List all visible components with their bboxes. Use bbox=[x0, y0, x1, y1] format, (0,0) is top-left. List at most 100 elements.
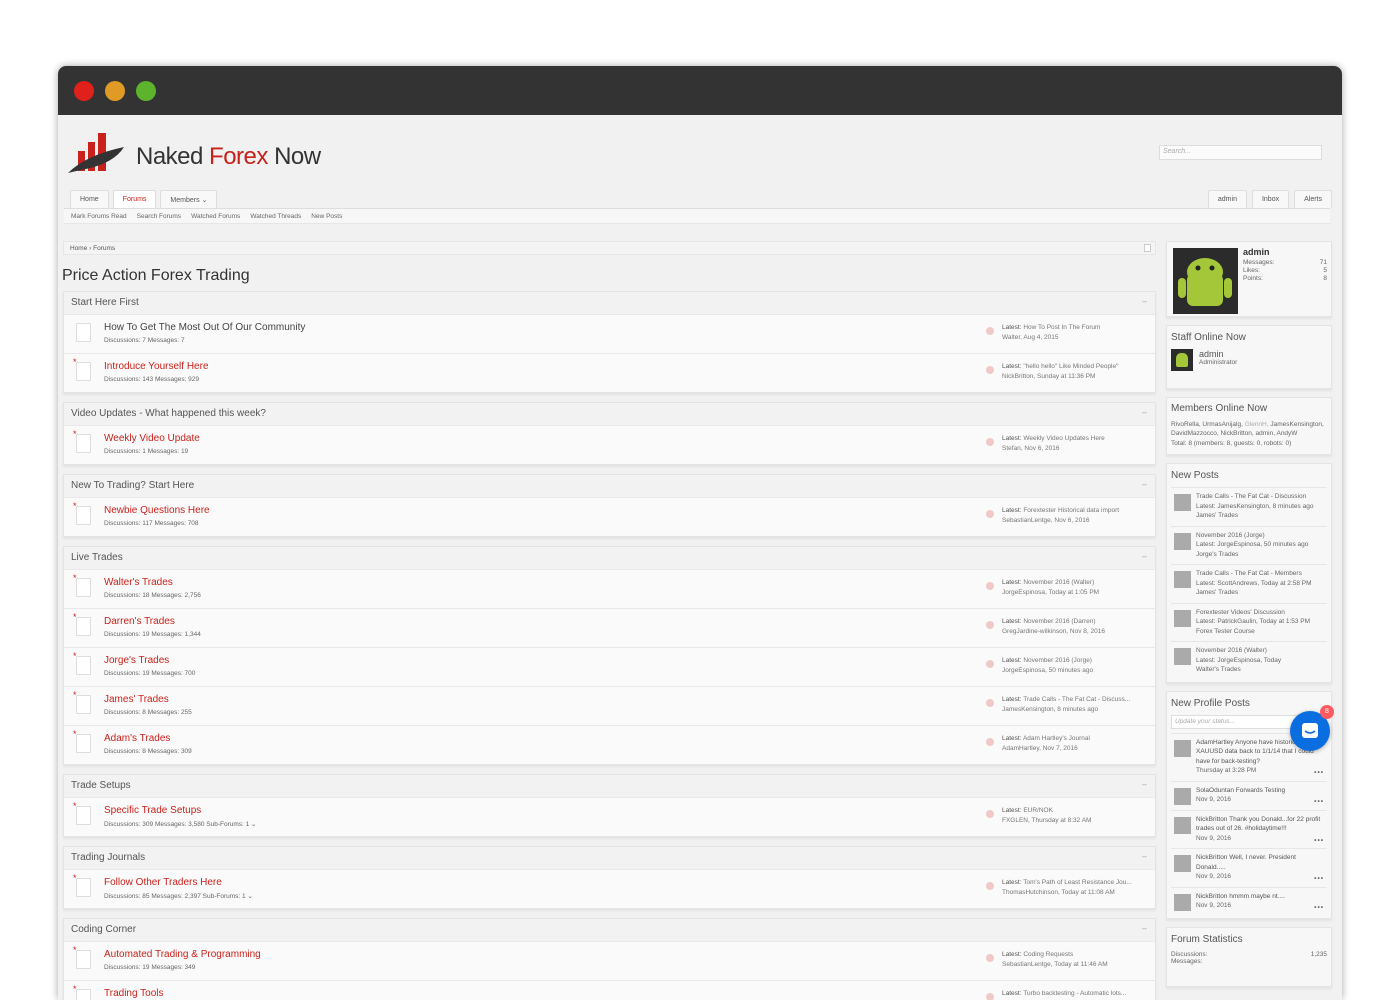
latest-post[interactable]: Latest: Trade Calls - The Fat Cat - Disc… bbox=[1002, 695, 1152, 714]
forum-title-link[interactable]: Weekly Video Update bbox=[104, 433, 200, 444]
new-post-item[interactable]: Forextester Videos' Discussion Latest: Pa… bbox=[1171, 602, 1327, 642]
rss-icon[interactable] bbox=[1144, 244, 1151, 252]
forum-read-status-icon[interactable]: * bbox=[73, 801, 91, 825]
latest-by[interactable]: JorgeEspinosa, Today at 1:05 PM bbox=[1002, 589, 1099, 596]
forum-title-link[interactable]: Jorge's Trades bbox=[104, 655, 169, 666]
forum-node[interactable]: * Jorge's Trades Discussions: 19 Messages:… bbox=[64, 647, 1155, 686]
collapse-icon[interactable]: – bbox=[1142, 779, 1147, 789]
latest-post[interactable]: Latest: Weekly Video Updates Here Stefan,… bbox=[1002, 434, 1152, 453]
new-post-f[interactable]: Walter's Trades bbox=[1196, 665, 1327, 675]
latest-thread-link[interactable]: Trade Calls - The Fat Cat - Discuss... bbox=[1023, 696, 1130, 703]
forum-node[interactable]: * Follow Other Traders Here Discussions: 8… bbox=[64, 869, 1155, 908]
forum-title-link[interactable]: Introduce Yourself Here bbox=[104, 361, 209, 372]
collapse-icon[interactable]: – bbox=[1142, 923, 1147, 933]
collapse-icon[interactable]: – bbox=[1142, 296, 1147, 306]
forum-read-status-icon[interactable]: * bbox=[73, 945, 91, 969]
poster-avatar[interactable] bbox=[1174, 648, 1191, 665]
more-options-icon[interactable]: ••• bbox=[1314, 874, 1324, 884]
forum-node[interactable]: * Automated Trading & Programming Discussi… bbox=[64, 941, 1155, 980]
latest-thread-link[interactable]: How To Post In The Forum bbox=[1023, 324, 1100, 331]
latest-post[interactable]: Latest: November 2016 (Jorge) JorgeEspino… bbox=[1002, 656, 1152, 675]
forum-read-status-icon[interactable]: * bbox=[73, 729, 91, 753]
forum-title-link[interactable]: Walter's Trades bbox=[104, 577, 173, 588]
category-header[interactable]: New To Trading? Start Here – bbox=[64, 475, 1155, 497]
category-header[interactable]: Trading Journals – bbox=[64, 847, 1155, 869]
more-options-icon[interactable]: ••• bbox=[1314, 836, 1324, 846]
forum-title-link[interactable]: Newbie Questions Here bbox=[104, 505, 210, 516]
subnav-watched-threads[interactable]: Watched Threads bbox=[250, 213, 301, 220]
collapse-icon[interactable]: – bbox=[1142, 851, 1147, 861]
latest-post[interactable]: Latest: Forextester Historical data impo… bbox=[1002, 506, 1152, 525]
latest-thread-link[interactable]: "hello hello" Like Minded People" bbox=[1023, 363, 1118, 370]
forum-node[interactable]: How To Get The Most Out Of Our Community… bbox=[64, 314, 1155, 353]
latest-by[interactable]: JamesKensington, 8 minutes ago bbox=[1002, 706, 1098, 713]
category-title[interactable]: Live Trades bbox=[71, 552, 123, 563]
new-post-t[interactable]: Forextester Videos' Discussion bbox=[1196, 608, 1327, 618]
tab-forums[interactable]: Forums bbox=[112, 190, 157, 208]
forum-read-status-icon[interactable]: * bbox=[73, 501, 91, 525]
forum-read-status-icon[interactable]: * bbox=[73, 651, 91, 675]
forum-node[interactable]: * Newbie Questions Here Discussions: 117 M… bbox=[64, 497, 1155, 536]
forum-read-status-icon[interactable]: * bbox=[73, 612, 91, 636]
latest-post[interactable]: Latest: "hello hello" Like Minded People… bbox=[1002, 362, 1152, 381]
category-title[interactable]: Video Updates - What happened this week? bbox=[71, 408, 266, 419]
more-options-icon[interactable]: ••• bbox=[1314, 768, 1324, 778]
latest-by[interactable]: SebastianLentge, Nov 6, 2016 bbox=[1002, 517, 1089, 524]
subnav-search-forums[interactable]: Search Forums bbox=[137, 213, 181, 220]
latest-post[interactable]: Latest: How To Post In The Forum Walter, … bbox=[1002, 323, 1152, 342]
latest-thread-link[interactable]: Coding Requests bbox=[1023, 951, 1073, 958]
latest-by[interactable]: JorgeEspinosa, 50 minutes ago bbox=[1002, 667, 1093, 674]
visitor-name[interactable]: admin bbox=[1243, 247, 1270, 257]
latest-thread-link[interactable]: November 2016 (Walter) bbox=[1023, 579, 1094, 586]
forum-node[interactable]: * Introduce Yourself Here Discussions: 143… bbox=[64, 353, 1155, 392]
latest-post[interactable]: Latest: Adam Hartley's Journal AdamHartle… bbox=[1002, 734, 1152, 753]
latest-by[interactable]: AdamHartley, Nov 7, 2016 bbox=[1002, 745, 1078, 752]
tab-account[interactable]: admin bbox=[1207, 190, 1247, 208]
category-title[interactable]: Coding Corner bbox=[71, 924, 136, 935]
category-title[interactable]: Trading Journals bbox=[71, 852, 145, 863]
poster-avatar[interactable] bbox=[1174, 787, 1191, 805]
new-post-f[interactable]: James' Trades bbox=[1196, 588, 1327, 598]
forum-read-status-icon[interactable]: * bbox=[73, 429, 91, 453]
forum-title-link[interactable]: How To Get The Most Out Of Our Community bbox=[104, 322, 305, 333]
staff-avatar[interactable] bbox=[1171, 349, 1193, 371]
latest-thread-link[interactable]: Forextester Historical data import bbox=[1023, 507, 1119, 514]
subnav-mark-read[interactable]: Mark Forums Read bbox=[71, 213, 127, 220]
new-post-f[interactable]: James' Trades bbox=[1196, 511, 1327, 521]
new-post-t[interactable]: Trade Calls - The Fat Cat - Members bbox=[1196, 569, 1327, 579]
forum-read-status-icon[interactable]: * bbox=[73, 984, 91, 1000]
category-title[interactable]: New To Trading? Start Here bbox=[71, 480, 194, 491]
category-header[interactable]: Live Trades – bbox=[64, 547, 1155, 569]
new-post-item[interactable]: November 2016 (Jorge) Latest: JorgeEspino… bbox=[1171, 525, 1327, 565]
new-post-item[interactable]: Trade Calls - The Fat Cat - Members Lates… bbox=[1171, 564, 1327, 603]
category-header[interactable]: Coding Corner – bbox=[64, 919, 1155, 941]
latest-post[interactable]: Latest: November 2016 (Darren) GregJardin… bbox=[1002, 617, 1152, 636]
poster-avatar[interactable] bbox=[1174, 494, 1191, 511]
latest-by[interactable]: SebastianLentge, Today at 11:46 AM bbox=[1002, 961, 1108, 968]
latest-thread-link[interactable]: Turbo backtesting - Automatic lots... bbox=[1023, 990, 1126, 997]
poster-avatar[interactable] bbox=[1174, 816, 1191, 834]
avatar[interactable] bbox=[1173, 248, 1238, 314]
minimize-window-button[interactable] bbox=[105, 80, 125, 101]
subnav-new-posts[interactable]: New Posts bbox=[311, 213, 342, 220]
forum-title-link[interactable]: Specific Trade Setups bbox=[104, 805, 201, 816]
poster-avatar[interactable] bbox=[1174, 571, 1191, 588]
category-header[interactable]: Start Here First – bbox=[64, 292, 1155, 314]
new-post-item[interactable]: Trade Calls - The Fat Cat - Discussion La… bbox=[1171, 487, 1327, 526]
forum-node[interactable]: * Walter's Trades Discussions: 18 Messages… bbox=[64, 569, 1155, 608]
forum-node[interactable]: * Specific Trade Setups Discussions: 309 M… bbox=[64, 797, 1155, 836]
collapse-icon[interactable]: – bbox=[1142, 407, 1147, 417]
latest-post[interactable]: Latest: Turbo backtesting - Automatic lo… bbox=[1002, 989, 1152, 999]
new-post-f[interactable]: Forex Tester Course bbox=[1196, 627, 1327, 637]
latest-by[interactable]: Walter, Aug 4, 2015 bbox=[1002, 334, 1059, 341]
maximize-window-button[interactable] bbox=[136, 80, 156, 101]
latest-by[interactable]: NickBritton, Sunday at 11:36 PM bbox=[1002, 373, 1095, 380]
latest-thread-link[interactable]: EUR/NOK bbox=[1023, 807, 1053, 814]
search-input[interactable]: Search... bbox=[1159, 145, 1322, 160]
poster-avatar[interactable] bbox=[1174, 855, 1191, 872]
category-title[interactable]: Trade Setups bbox=[71, 780, 131, 791]
forum-title-link[interactable]: Automated Trading & Programming bbox=[104, 949, 261, 960]
new-post-t[interactable]: November 2016 (Walter) bbox=[1196, 646, 1327, 656]
poster-avatar[interactable] bbox=[1174, 609, 1191, 627]
forum-read-status-icon[interactable]: * bbox=[73, 690, 91, 714]
